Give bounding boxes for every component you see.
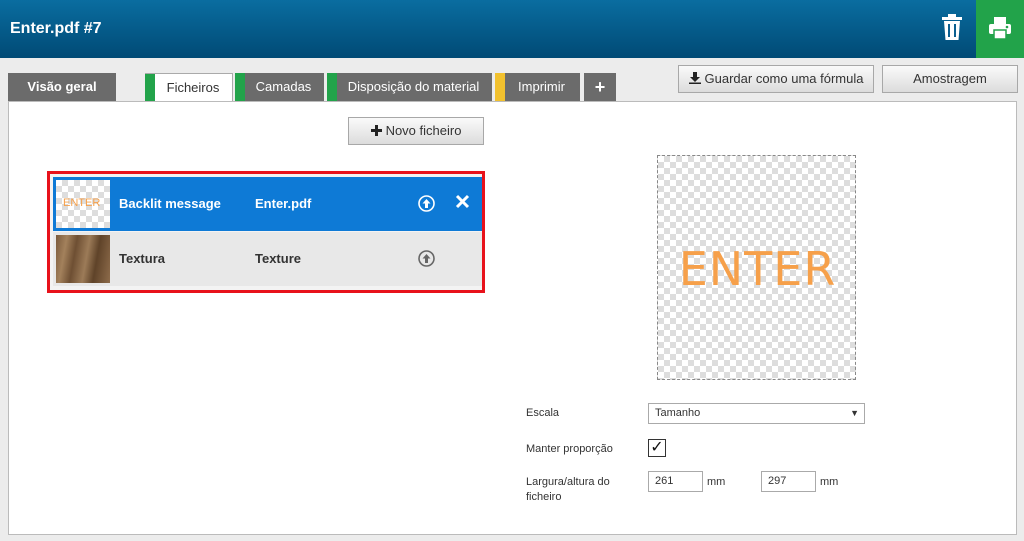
file-size-label-line2: ficheiro (526, 491, 562, 503)
tab-material-layout[interactable]: Disposição do material (327, 73, 492, 101)
tab-label: Disposição do material (347, 79, 480, 94)
file-row[interactable]: Textura Texture (53, 232, 482, 286)
dropdown-arrow-icon: ▼ (850, 408, 859, 418)
sampling-button[interactable]: Amostragem (882, 65, 1018, 93)
upload-icon[interactable] (418, 250, 435, 267)
height-input[interactable]: 297 (761, 471, 816, 492)
thumbnail-text: ENTER (63, 197, 101, 209)
add-tab-button[interactable]: + (584, 73, 616, 101)
file-list: ENTER Backlit message Enter.pdf Textura … (47, 171, 485, 293)
checkmark-icon: ✓ (650, 439, 664, 456)
file-size-label-line1: Largura/altura do (526, 476, 610, 488)
save-as-formula-button[interactable]: Guardar como uma fórmula (678, 65, 874, 93)
tab-label: Ficheiros (166, 80, 220, 95)
tab-overview[interactable]: Visão geral (8, 73, 116, 101)
keep-ratio-checkbox[interactable]: ✓ (648, 439, 666, 457)
status-stripe (495, 73, 505, 101)
print-button[interactable] (976, 0, 1024, 58)
tab-files[interactable]: Ficheiros (145, 73, 233, 103)
upload-icon[interactable] (418, 195, 435, 212)
tab-label: Imprimir (518, 79, 565, 94)
trash-icon[interactable] (940, 13, 964, 41)
preview-text: ENTER (678, 242, 837, 296)
file-size-label: Largura/altura do ficheiro (526, 475, 610, 505)
status-stripe (327, 73, 337, 101)
file-source: Enter.pdf (255, 196, 312, 211)
printer-icon (989, 17, 1011, 40)
file-name: Textura (119, 251, 165, 266)
scale-label: Escala (526, 407, 560, 419)
scale-value: Tamanho (655, 407, 701, 419)
close-icon[interactable] (455, 194, 470, 209)
files-panel (8, 101, 1017, 535)
tab-label: Visão geral (27, 79, 97, 94)
document-title: Enter.pdf #7 (10, 20, 102, 37)
plus-icon (370, 125, 382, 136)
texture-thumbnail (56, 235, 110, 283)
status-stripe (145, 74, 155, 102)
download-icon (688, 72, 701, 84)
file-thumbnail: ENTER (56, 180, 110, 228)
new-file-button[interactable]: Novo ficheiro (348, 117, 484, 145)
keep-ratio-label: Manter proporção (526, 443, 613, 455)
app-header: Enter.pdf #7 (0, 0, 1024, 58)
height-unit: mm (820, 476, 839, 488)
plus-icon: + (594, 77, 606, 97)
sampling-label: Amostragem (913, 71, 987, 86)
width-unit: mm (707, 476, 726, 488)
save-as-formula-label: Guardar como uma fórmula (704, 71, 864, 86)
status-stripe (235, 73, 245, 101)
scale-select[interactable]: Tamanho ▼ (648, 403, 865, 424)
file-row-selected[interactable]: ENTER Backlit message Enter.pdf (53, 177, 482, 231)
width-input[interactable]: 261 (648, 471, 703, 492)
file-source: Texture (255, 251, 301, 266)
tab-layers[interactable]: Camadas (235, 73, 324, 101)
tab-label: Camadas (255, 79, 312, 94)
file-preview: ENTER (657, 155, 856, 380)
new-file-label: Novo ficheiro (385, 123, 462, 138)
tab-print[interactable]: Imprimir (495, 73, 580, 101)
file-name: Backlit message (119, 196, 221, 211)
